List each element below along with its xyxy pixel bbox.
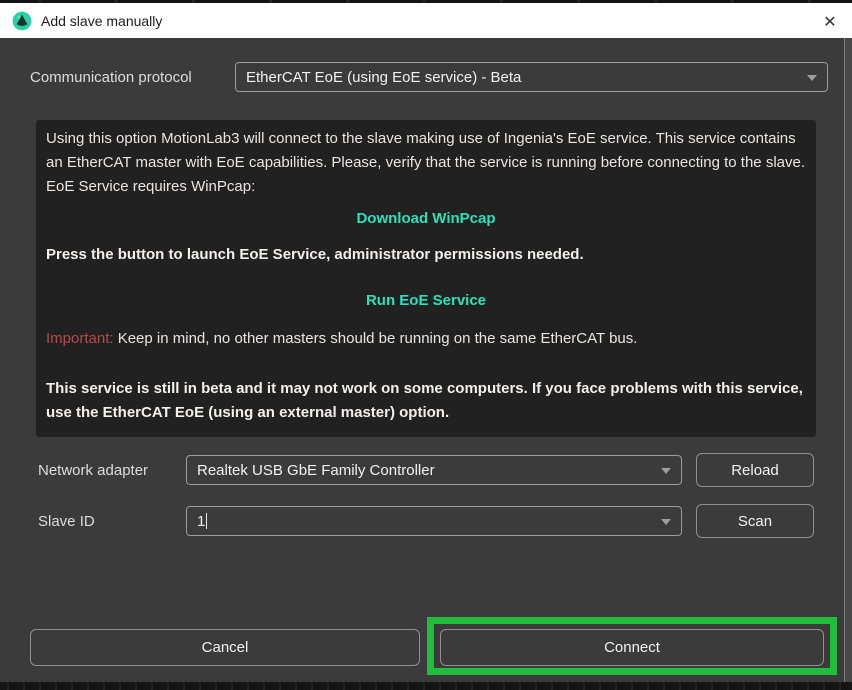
beta-warning-text: This service is still in beta and it may…: [46, 377, 806, 425]
important-line: Important: Keep in mind, no other master…: [46, 327, 806, 351]
scan-button[interactable]: Scan: [696, 504, 814, 538]
close-icon[interactable]: ✕: [819, 11, 841, 33]
chevron-down-icon: [661, 468, 671, 474]
reload-button[interactable]: Reload: [696, 453, 814, 487]
dialog-titlebar: Add slave manually ✕: [0, 3, 852, 38]
info-box: Using this option MotionLab3 will connec…: [36, 120, 816, 437]
network-adapter-value: Realtek USB GbE Family Controller: [197, 462, 435, 479]
info-intro-text: Using this option MotionLab3 will connec…: [46, 127, 806, 199]
network-adapter-select[interactable]: Realtek USB GbE Family Controller: [186, 455, 682, 485]
screen: Add slave manually ✕ Communication proto…: [0, 0, 852, 690]
press-button-text: Press the button to launch EoE Service, …: [46, 243, 806, 267]
connect-button[interactable]: Connect: [440, 629, 824, 666]
protocol-select-value: EtherCAT EoE (using EoE service) - Beta: [246, 69, 521, 86]
desktop-edge-right: [845, 38, 852, 682]
dialog-body: Communication protocol EtherCAT EoE (usi…: [0, 38, 852, 682]
slave-id-value: 1: [197, 513, 205, 530]
slave-id-label: Slave ID: [38, 513, 95, 530]
important-text: Keep in mind, no other masters should be…: [114, 330, 638, 347]
run-eoe-service-link[interactable]: Run EoE Service: [46, 291, 806, 311]
chevron-down-icon: [807, 75, 817, 81]
text-caret: [206, 513, 207, 529]
protocol-label: Communication protocol: [30, 69, 192, 86]
dialog-title: Add slave manually: [41, 13, 162, 29]
slave-id-input[interactable]: 1: [186, 506, 682, 536]
desktop-edge-bottom: [0, 682, 852, 690]
motionlab-app-icon: [12, 11, 32, 31]
chevron-down-icon: [661, 519, 671, 525]
download-winpcap-link[interactable]: Download WinPcap: [46, 209, 806, 229]
protocol-select[interactable]: EtherCAT EoE (using EoE service) - Beta: [235, 62, 828, 92]
cancel-button[interactable]: Cancel: [30, 629, 420, 666]
network-adapter-label: Network adapter: [38, 462, 148, 479]
important-label: Important:: [46, 330, 114, 347]
